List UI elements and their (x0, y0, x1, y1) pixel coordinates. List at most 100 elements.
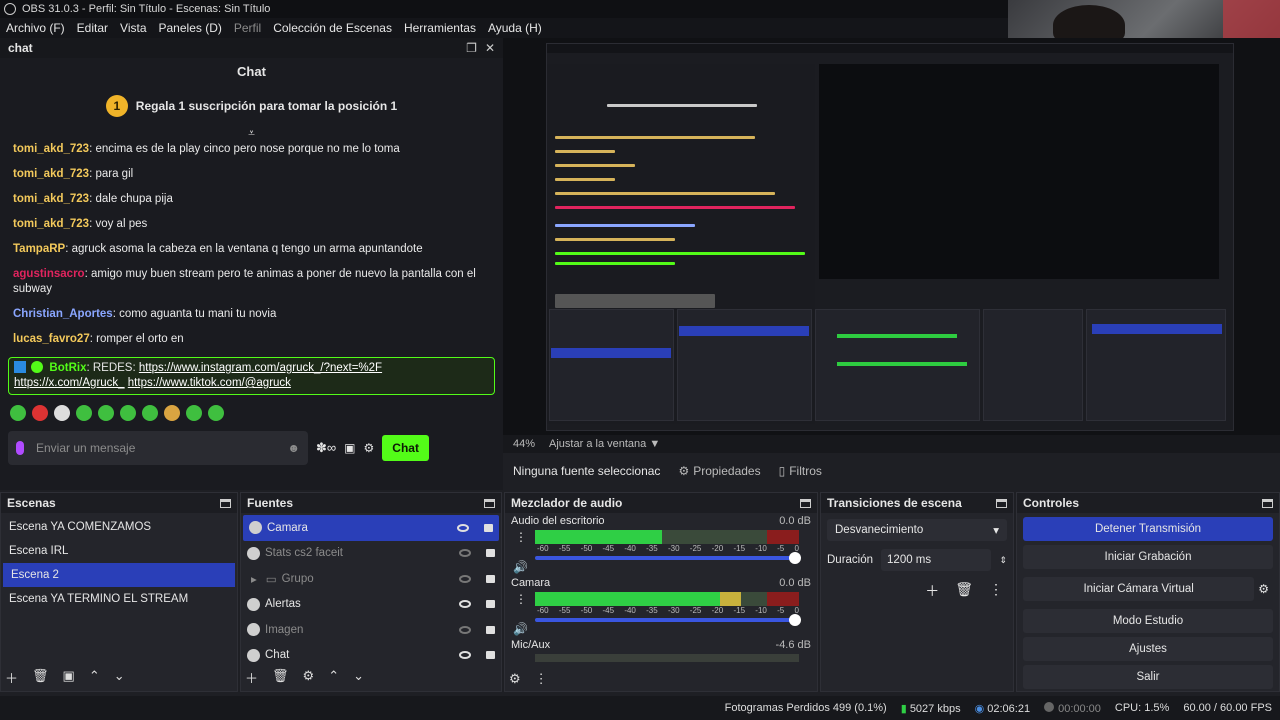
undock-icon[interactable] (484, 498, 495, 508)
chat-username[interactable]: tomi_akd_723 (13, 143, 89, 155)
more-icon[interactable]: ⋮ (989, 581, 1003, 601)
menu-item[interactable]: Editar (71, 21, 114, 35)
emote-icon[interactable] (32, 405, 48, 421)
x-link[interactable]: https://x.com/Agruck_ (14, 377, 125, 389)
filters-button[interactable]: ▯ Filtros (779, 464, 822, 478)
lock-icon[interactable] (486, 651, 495, 660)
volume-slider[interactable] (535, 614, 801, 626)
emoji-icon[interactable]: ☻ (287, 441, 300, 455)
chat-username[interactable]: TampaRP (13, 243, 65, 255)
gear-icon[interactable]: ⚙ (509, 671, 521, 687)
properties-button[interactable]: ⚙ Propiedades (678, 464, 760, 478)
source-item[interactable]: Alertas (241, 592, 501, 618)
menu-item[interactable]: Vista (114, 21, 152, 35)
add-icon[interactable]: ＋ (5, 668, 18, 687)
lock-icon[interactable] (486, 549, 495, 558)
menu-item[interactable]: Perfil (228, 21, 267, 35)
emote-icon[interactable] (142, 405, 158, 421)
tiktok-link[interactable]: https://www.tiktok.com/@agruck (128, 377, 291, 389)
chat-username[interactable]: lucas_favro27 (13, 333, 90, 345)
chat-input[interactable]: Enviar un mensaje ☻ (8, 431, 308, 465)
speaker-icon[interactable]: 🔊 (513, 622, 528, 636)
start-virtual-camera-button[interactable]: Iniciar Cámara Virtual (1023, 577, 1255, 601)
expand-icon[interactable]: ▸ (251, 572, 257, 586)
bot-username[interactable]: BotRix (49, 362, 86, 374)
emote-icon[interactable] (164, 405, 180, 421)
gear-icon[interactable]: ⚙ (303, 668, 315, 687)
scene-item[interactable]: Escena 2 (3, 563, 235, 587)
visibility-eye-icon[interactable] (457, 523, 469, 532)
scene-item[interactable]: Escena IRL (1, 539, 237, 563)
emote-icon[interactable] (54, 405, 70, 421)
source-item[interactable]: Stats cs2 faceit (241, 541, 501, 567)
settings-button[interactable]: Ajustes (1023, 637, 1273, 661)
sub-gift-promo[interactable]: 1 Regala 1 suscripción para tomar la pos… (0, 86, 503, 126)
instagram-link[interactable]: https://www.instagram.com/agruck_/?next=… (139, 362, 382, 374)
move-down-icon[interactable]: ⌄ (353, 668, 364, 687)
undock-icon[interactable] (996, 498, 1007, 508)
menu-item[interactable]: Herramientas (398, 21, 482, 35)
lock-icon[interactable] (486, 625, 495, 634)
scene-item[interactable]: Escena YA TERMINO EL STREAM (1, 587, 237, 611)
chat-username[interactable]: tomi_akd_723 (13, 168, 89, 180)
chat-username[interactable]: agustinsacro (13, 268, 85, 280)
zoom-fit-dropdown[interactable]: Ajustar a la ventana ▼ (549, 438, 660, 450)
move-up-icon[interactable]: ⌃ (328, 668, 339, 687)
preview-canvas[interactable] (503, 38, 1280, 435)
undock-icon[interactable]: ❐ (466, 41, 477, 55)
visibility-eye-icon[interactable] (459, 651, 471, 660)
visibility-eye-icon[interactable] (459, 600, 471, 609)
stop-streaming-button[interactable]: Detener Transmisión (1023, 517, 1273, 541)
trash-icon[interactable]: 🗑 (272, 668, 289, 687)
chat-username[interactable]: tomi_akd_723 (13, 218, 89, 230)
emote-icon[interactable] (76, 405, 92, 421)
lock-icon[interactable] (484, 523, 493, 532)
settings-gear-icon[interactable]: ⚙ (364, 441, 375, 455)
add-icon[interactable]: ＋ (245, 668, 258, 687)
volume-slider[interactable] (535, 552, 801, 564)
chat-username[interactable]: Christian_Aportes (13, 308, 113, 320)
filters-icon[interactable]: ▣ (63, 668, 75, 687)
exit-button[interactable]: Salir (1023, 665, 1273, 689)
source-item[interactable]: ▸ ▭ Grupo (241, 566, 501, 592)
trash-icon[interactable]: 🗑 (32, 668, 49, 687)
pin-collapse-icon[interactable]: ⩡ (0, 126, 503, 142)
menu-item[interactable]: Archivo (F) (0, 21, 71, 35)
source-item[interactable]: Camara (243, 515, 499, 541)
gear-icon[interactable]: ⚙ (1258, 582, 1269, 596)
undock-icon[interactable] (1262, 498, 1273, 508)
lock-icon[interactable] (486, 574, 495, 583)
more-icon[interactable]: ⋮ (515, 530, 527, 544)
source-item[interactable]: Chat (241, 643, 501, 669)
start-recording-button[interactable]: Iniciar Grabación (1023, 545, 1273, 569)
undock-icon[interactable] (800, 498, 811, 508)
emote-picker-icon[interactable]: ✽∞ (316, 440, 336, 456)
studio-mode-button[interactable]: Modo Estudio (1023, 609, 1273, 633)
move-down-icon[interactable]: ⌄ (114, 668, 125, 687)
add-icon[interactable]: ＋ (925, 581, 939, 601)
lock-icon[interactable] (486, 600, 495, 609)
transition-select[interactable]: Desvanecimiento ▾ (827, 519, 1007, 541)
emote-icon[interactable] (10, 405, 26, 421)
visibility-eye-icon[interactable] (459, 549, 471, 558)
visibility-eye-icon[interactable] (459, 574, 471, 583)
emote-icon[interactable] (120, 405, 136, 421)
duration-input[interactable]: 1200 ms (881, 549, 992, 571)
mic-icon[interactable] (16, 441, 24, 455)
undock-icon[interactable] (220, 498, 231, 508)
scene-item[interactable]: Escena YA COMENZAMOS (1, 515, 237, 539)
emote-icon[interactable] (186, 405, 202, 421)
menu-item[interactable]: Ayuda (H) (482, 21, 548, 35)
visibility-eye-icon[interactable] (459, 625, 471, 634)
gift-icon[interactable]: ▣ (344, 441, 355, 455)
speaker-icon[interactable]: 🔊 (513, 560, 528, 574)
menu-item[interactable]: Paneles (D) (153, 21, 228, 35)
spinner-icon[interactable]: ⇕ (999, 555, 1007, 566)
source-item[interactable]: Imagen (241, 617, 501, 643)
move-up-icon[interactable]: ⌃ (89, 668, 100, 687)
trash-icon[interactable]: 🗑 (955, 581, 973, 601)
chat-send-button[interactable]: Chat (382, 435, 429, 461)
more-icon[interactable]: ⋮ (535, 671, 548, 687)
chat-username[interactable]: tomi_akd_723 (13, 193, 89, 205)
close-icon[interactable]: ✕ (485, 41, 495, 55)
